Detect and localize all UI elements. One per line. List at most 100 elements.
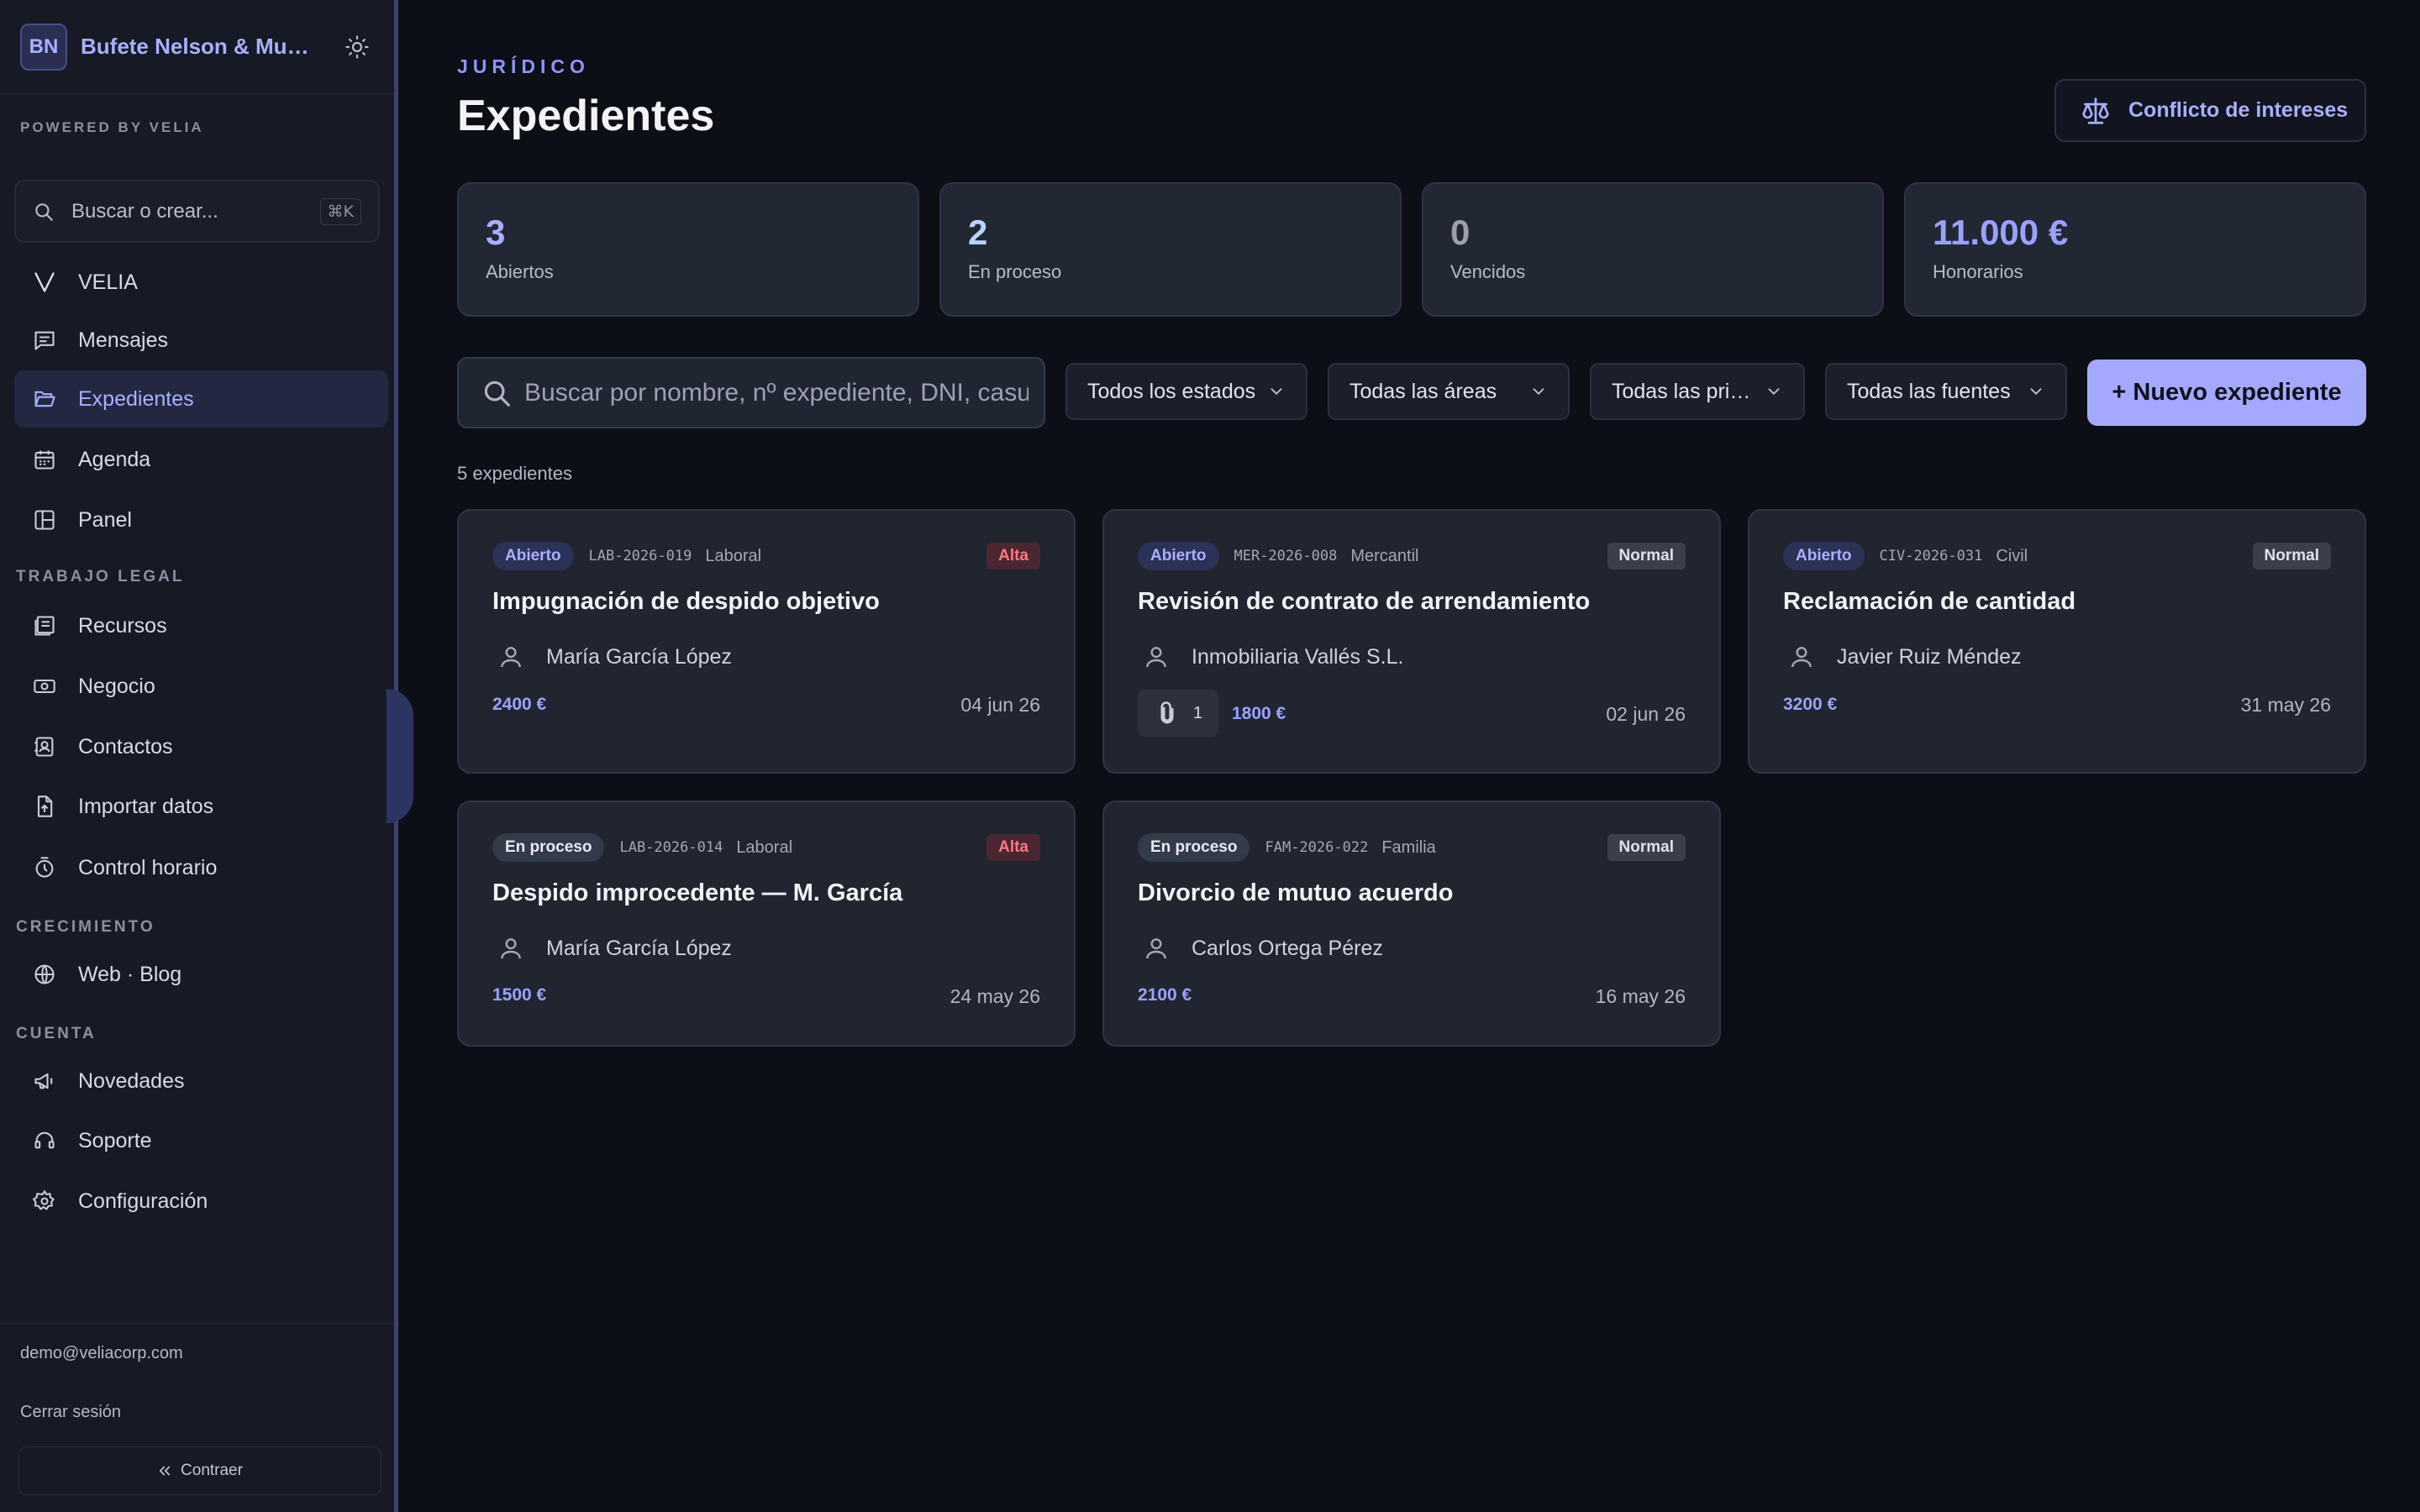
filter-area[interactable]: Todas las áreas bbox=[1328, 363, 1570, 420]
status-badge: Abierto bbox=[492, 542, 574, 570]
client-name: María García López bbox=[546, 936, 732, 960]
attachment-count: 1 bbox=[1193, 703, 1203, 722]
case-area: Mercantil bbox=[1350, 546, 1419, 565]
filter-label: Todos los estados bbox=[1087, 379, 1256, 403]
conflict-button-label: Conflicto de intereses bbox=[2128, 98, 2349, 122]
user-icon bbox=[1143, 935, 1170, 962]
status-badge: Abierto bbox=[1138, 542, 1219, 570]
sidebar-item-label: Configuración bbox=[78, 1189, 208, 1213]
case-title: Reclamación de cantidad bbox=[1783, 588, 2076, 615]
case-fee: 2100 € bbox=[1138, 985, 1192, 1005]
user-icon bbox=[497, 935, 524, 962]
sidebar-item-configuracion[interactable]: Configuración bbox=[14, 1173, 388, 1230]
sidebar-item-soporte[interactable]: Soporte bbox=[14, 1112, 388, 1169]
case-fee: 1500 € bbox=[492, 985, 547, 1005]
contacts-icon bbox=[31, 733, 58, 760]
case-fee: 1800 € bbox=[1232, 704, 1286, 723]
section-crecimiento: CRECIMIENTO bbox=[16, 918, 155, 936]
sidebar-item-importar-datos[interactable]: Importar datos bbox=[14, 778, 388, 835]
sidebar-item-web-blog[interactable]: Web · Blog bbox=[14, 946, 388, 1003]
stat-label: Abiertos bbox=[486, 261, 554, 282]
case-card[interactable]: Abierto CIV-2026-031 Civil Normal Reclam… bbox=[1748, 509, 2366, 774]
collapse-label: Contraer bbox=[181, 1462, 243, 1479]
case-card[interactable]: Abierto LAB-2026-019 Laboral Alta Impugn… bbox=[457, 509, 1076, 774]
sidebar-search-label: Buscar o crear... bbox=[71, 199, 218, 223]
sidebar-item-label: Agenda bbox=[78, 447, 151, 471]
user-email: demo@veliacorp.com bbox=[20, 1344, 183, 1362]
filter-status[interactable]: Todos los estados bbox=[1065, 363, 1307, 420]
stat-card-honorarios: 11.000 € Honorarios bbox=[1904, 182, 2366, 317]
case-area: Civil bbox=[1996, 546, 2028, 565]
globe-icon bbox=[31, 961, 58, 988]
sidebar-item-panel[interactable]: Panel bbox=[14, 491, 388, 549]
sidebar-item-label: Expedientes bbox=[78, 386, 194, 411]
workspace-avatar[interactable]: BN bbox=[20, 23, 67, 71]
sidebar-item-contactos[interactable]: Contactos bbox=[14, 718, 388, 775]
sun-icon[interactable] bbox=[340, 30, 374, 64]
case-search[interactable] bbox=[457, 357, 1045, 428]
sidebar-item-label: Panel bbox=[78, 507, 132, 532]
sidebar-item-recursos[interactable]: Recursos bbox=[14, 597, 388, 654]
sidebar-search[interactable]: Buscar o crear... ⌘K bbox=[14, 180, 380, 243]
case-card[interactable]: En proceso LAB-2026-014 Laboral Alta Des… bbox=[457, 801, 1076, 1047]
stat-value: 2 bbox=[968, 213, 988, 252]
sidebar-item-label: Contactos bbox=[78, 734, 173, 759]
sidebar-item-label: VELIA bbox=[78, 270, 138, 294]
sidebar-item-velia[interactable]: VELIA bbox=[14, 254, 388, 311]
conflict-of-interest-button[interactable]: Conflicto de intereses bbox=[2054, 79, 2366, 142]
folder-open-icon bbox=[31, 386, 58, 412]
priority-badge: Alta bbox=[986, 834, 1040, 861]
priority-badge: Normal bbox=[1607, 834, 1686, 861]
workspace-name[interactable]: Bufete Nelson & Murdock bbox=[81, 34, 316, 60]
calendar-icon bbox=[31, 446, 58, 473]
powered-by: POWERED BY VELIA bbox=[20, 119, 204, 135]
sidebar-item-novedades[interactable]: Novedades bbox=[14, 1053, 388, 1110]
result-count: 5 expedientes bbox=[457, 463, 572, 484]
attachments-chip[interactable]: 1 bbox=[1138, 690, 1218, 737]
stat-label: Vencidos bbox=[1450, 261, 1526, 282]
sidebar-item-agenda[interactable]: Agenda bbox=[14, 431, 388, 488]
sidebar-item-label: Novedades bbox=[78, 1068, 185, 1093]
case-card[interactable]: Abierto MER-2026-008 Mercantil Normal Re… bbox=[1102, 509, 1721, 774]
sidebar-item-expedientes[interactable]: Expedientes bbox=[14, 370, 388, 428]
user-icon bbox=[1143, 643, 1170, 670]
sidebar-resize-handle[interactable] bbox=[387, 689, 413, 823]
user-icon bbox=[1788, 643, 1815, 670]
case-code: FAM-2026-022 bbox=[1265, 839, 1369, 856]
new-case-button[interactable]: + Nuevo expediente bbox=[2087, 360, 2366, 426]
chevron-down-icon bbox=[1257, 382, 1286, 401]
filter-label: Todas las fuentes bbox=[1847, 379, 2011, 403]
section-cuenta: CUENTA bbox=[16, 1025, 97, 1042]
filter-priority[interactable]: Todas las prioridades bbox=[1590, 363, 1805, 420]
case-title: Revisión de contrato de arrendamiento bbox=[1138, 588, 1591, 615]
chevron-down-icon bbox=[2017, 382, 2045, 401]
status-badge: Abierto bbox=[1783, 542, 1865, 570]
user-icon bbox=[497, 643, 524, 670]
collapse-button[interactable]: Contraer bbox=[18, 1446, 381, 1495]
sidebar-item-control-horario[interactable]: Control horario bbox=[14, 839, 388, 896]
filter-source[interactable]: Todas las fuentes bbox=[1825, 363, 2067, 420]
case-search-input[interactable] bbox=[524, 378, 1028, 407]
sidebar-item-mensajes[interactable]: Mensajes bbox=[14, 312, 388, 369]
stat-card-vencidos: 0 Vencidos bbox=[1422, 182, 1884, 317]
sidebar-item-negocio[interactable]: Negocio bbox=[14, 658, 388, 715]
headset-icon bbox=[31, 1127, 58, 1154]
client-name: María García López bbox=[546, 644, 732, 669]
stat-card-abiertos: 3 Abiertos bbox=[457, 182, 919, 317]
sidebar-item-label: Web · Blog bbox=[78, 962, 182, 986]
timer-icon bbox=[31, 854, 58, 881]
logout-link[interactable]: Cerrar sesión bbox=[20, 1403, 121, 1422]
case-date: 16 may 26 bbox=[1595, 985, 1686, 1007]
chevron-down-icon bbox=[1754, 382, 1783, 401]
case-code: LAB-2026-019 bbox=[588, 548, 692, 564]
filter-label: Todas las áreas bbox=[1349, 379, 1497, 403]
stat-label: Honorarios bbox=[1933, 261, 2023, 282]
message-icon bbox=[31, 327, 58, 354]
sidebar-item-label: Recursos bbox=[78, 613, 167, 638]
sidebar-item-label: Importar datos bbox=[78, 794, 214, 818]
case-code: CIV-2026-031 bbox=[1879, 548, 1983, 564]
scale-icon bbox=[2080, 95, 2112, 127]
case-card[interactable]: En proceso FAM-2026-022 Familia Normal D… bbox=[1102, 801, 1721, 1047]
megaphone-icon bbox=[31, 1068, 58, 1095]
search-icon bbox=[481, 377, 513, 409]
